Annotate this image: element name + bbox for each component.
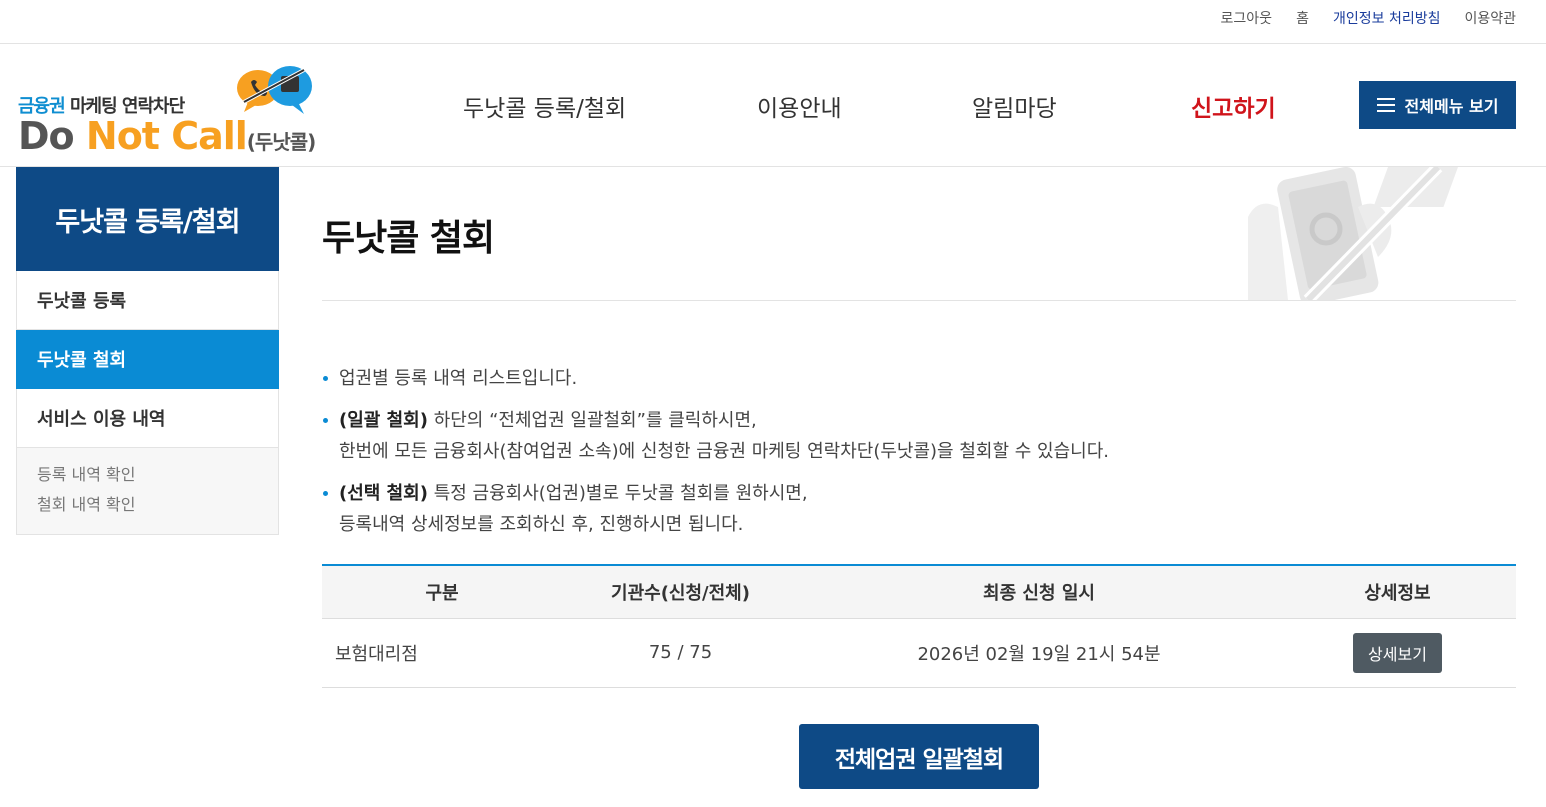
table-header-row: 구분 기관수(신청/전체) 최종 신청 일시 상세정보 [322,564,1516,619]
logout-link[interactable]: 로그아웃 [1221,8,1273,28]
sidebar: 두낫콜 등록/철회 두낫콜 등록 두낫콜 철회 서비스 이용 내역 등록 내역 … [16,167,279,535]
page-title: 두낫콜 철회 [322,218,495,259]
sidebar-title: 두낫콜 등록/철회 [16,167,279,271]
nav-notice[interactable]: 알림마당 [972,44,1057,167]
instruction-item-select: (선택 철회) 특정 금융회사(업권)별로 두낫콜 철회를 원하시면, 등록내역… [322,478,1516,540]
instruction-item-bulk: (일괄 철회) 하단의 “전체업권 일괄철회”를 클릭하시면, 한번에 모든 금… [322,405,1516,467]
instruction-list: 업권별 등록 내역 리스트입니다. (일괄 철회) 하단의 “전체업권 일괄철회… [322,363,1516,551]
column-header-detail: 상세정보 [1279,564,1516,619]
column-header-category: 구분 [322,564,562,619]
utility-links: 로그아웃 홈 개인정보 처리방침 이용약관 [1221,8,1516,28]
sidebar-item-register[interactable]: 두낫콜 등록 [16,271,279,330]
cell-datetime: 2026년 02월 19일 21시 54분 [799,618,1279,688]
phone-illustration-icon [1248,167,1458,300]
page-header: 두낫콜 철회 [322,167,1516,301]
nav-register-withdraw[interactable]: 두낫콜 등록/철회 [463,44,626,167]
cell-count: 75 / 75 [562,618,799,688]
cell-category: 보험대리점 [322,618,562,688]
main-content: 두낫콜 철회 업권별 등록 내역 리스트입니다. (일괄 철회) 하단의 “전체… [322,167,1516,789]
sidebar-item-service-history[interactable]: 서비스 이용 내역 [16,389,279,448]
detail-view-button[interactable]: 상세보기 [1353,632,1442,673]
registration-table: 구분 기관수(신청/전체) 최종 신청 일시 상세정보 보험대리점 75 / 7… [322,564,1516,688]
cell-detail: 상세보기 [1279,618,1516,688]
nav-report[interactable]: 신고하기 [1191,44,1276,167]
site-logo[interactable]: 금융권 마케팅 연락차단 Do Not Call(두낫콜) [18,54,318,158]
site-header: 금융권 마케팅 연락차단 Do Not Call(두낫콜) 두낫콜 등록/철회 … [0,44,1546,167]
utility-bar: 로그아웃 홈 개인정보 처리방침 이용약관 [0,0,1546,44]
nav-guide[interactable]: 이용안내 [757,44,842,167]
instruction-item: 업권별 등록 내역 리스트입니다. [322,363,1516,394]
privacy-policy-link[interactable]: 개인정보 처리방침 [1333,8,1441,28]
column-header-datetime: 최종 신청 일시 [799,564,1279,619]
sidebar-subitem-registration-history[interactable]: 등록 내역 확인 [37,460,258,490]
sidebar-item-withdraw[interactable]: 두낫콜 철회 [16,330,279,389]
logo-wordmark: Do Not Call(두낫콜) [18,114,316,158]
column-header-count: 기관수(신청/전체) [562,564,799,619]
all-menu-button[interactable]: 전체메뉴 보기 [1359,81,1516,129]
all-menu-label: 전체메뉴 보기 [1404,97,1499,116]
sidebar-submenu: 등록 내역 확인 철회 내역 확인 [16,448,279,535]
logo-phone-block-icon [237,66,312,114]
table-row: 보험대리점 75 / 75 2026년 02월 19일 21시 54분 상세보기 [322,618,1516,688]
home-link[interactable]: 홈 [1296,8,1309,28]
hamburger-icon [1376,98,1395,112]
bulk-withdraw-button[interactable]: 전체업권 일괄철회 [799,724,1039,789]
terms-link[interactable]: 이용약관 [1464,8,1516,28]
sidebar-subitem-withdrawal-history[interactable]: 철회 내역 확인 [37,490,258,520]
